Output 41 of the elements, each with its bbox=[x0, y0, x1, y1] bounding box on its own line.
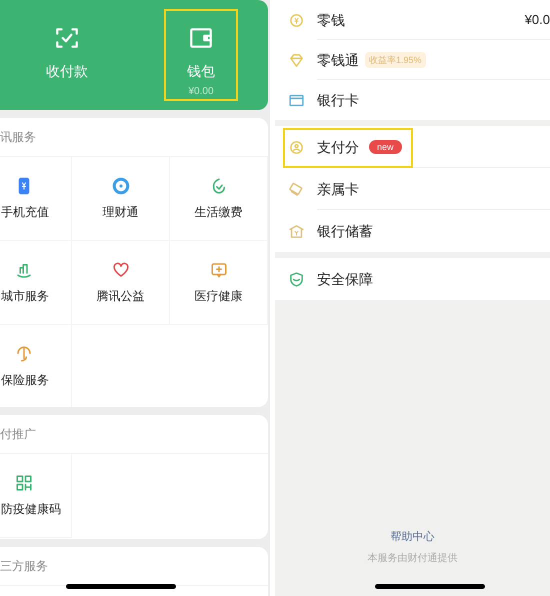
row-label: 亲属卡 bbox=[317, 180, 359, 198]
service-item[interactable]: 保险服务 bbox=[1, 370, 49, 388]
help-center-link[interactable]: 帮助中心 bbox=[390, 528, 434, 545]
coin-icon bbox=[288, 12, 304, 28]
row-label: 银行储蓄 bbox=[317, 222, 373, 240]
circle-drop-icon bbox=[112, 176, 130, 194]
wallet-row[interactable]: 银行储蓄 bbox=[275, 210, 550, 252]
wallet-row[interactable]: 支付分 new bbox=[275, 126, 550, 168]
section-title: 讯服务 bbox=[0, 129, 36, 146]
row-label: 零钱 bbox=[317, 10, 345, 30]
service-item[interactable]: 生活缴费 bbox=[194, 202, 242, 220]
row-label: 支付分 bbox=[317, 138, 359, 156]
badge-person-icon bbox=[288, 138, 304, 156]
cards-icon bbox=[288, 180, 304, 198]
row-label: 安全保障 bbox=[317, 270, 373, 288]
wallet-row[interactable]: 亲属卡 bbox=[275, 168, 550, 210]
wallet-row[interactable]: 零钱通 收益率1.95% bbox=[275, 40, 550, 80]
service-item[interactable]: 防疫健康码 bbox=[1, 500, 61, 518]
row-label: 零钱通 bbox=[317, 50, 359, 70]
bank-icon bbox=[288, 222, 304, 240]
service-item[interactable]: 医疗健康 bbox=[194, 286, 242, 304]
service-item[interactable]: 城市服务 bbox=[1, 286, 49, 304]
medical-board-icon bbox=[210, 260, 228, 278]
shield-icon bbox=[288, 270, 304, 288]
umbrella-hand-icon bbox=[15, 344, 33, 362]
qr-code-icon bbox=[15, 474, 33, 492]
service-item[interactable]: 腾讯公益 bbox=[96, 286, 144, 304]
wallet-row[interactable]: 银行卡 bbox=[275, 80, 550, 120]
section-title: 付推广 bbox=[0, 426, 36, 443]
service-item[interactable]: 理财通 bbox=[102, 202, 138, 220]
row-label: 银行卡 bbox=[317, 90, 359, 110]
balance-value: ¥0.0 bbox=[524, 11, 550, 30]
rate-badge: 收益率1.95% bbox=[365, 52, 426, 68]
heart-icon bbox=[112, 260, 130, 278]
section-title: 三方服务 bbox=[0, 558, 48, 575]
new-badge: new bbox=[369, 140, 402, 154]
wallet-row[interactable]: 安全保障 bbox=[275, 258, 550, 300]
wallet-row[interactable]: 零钱 ¥0.0 bbox=[275, 0, 550, 40]
service-item[interactable]: 手机充值 bbox=[1, 202, 49, 220]
diamond-icon bbox=[288, 52, 304, 68]
provider-note: 本服务由财付通提供 bbox=[368, 552, 458, 566]
